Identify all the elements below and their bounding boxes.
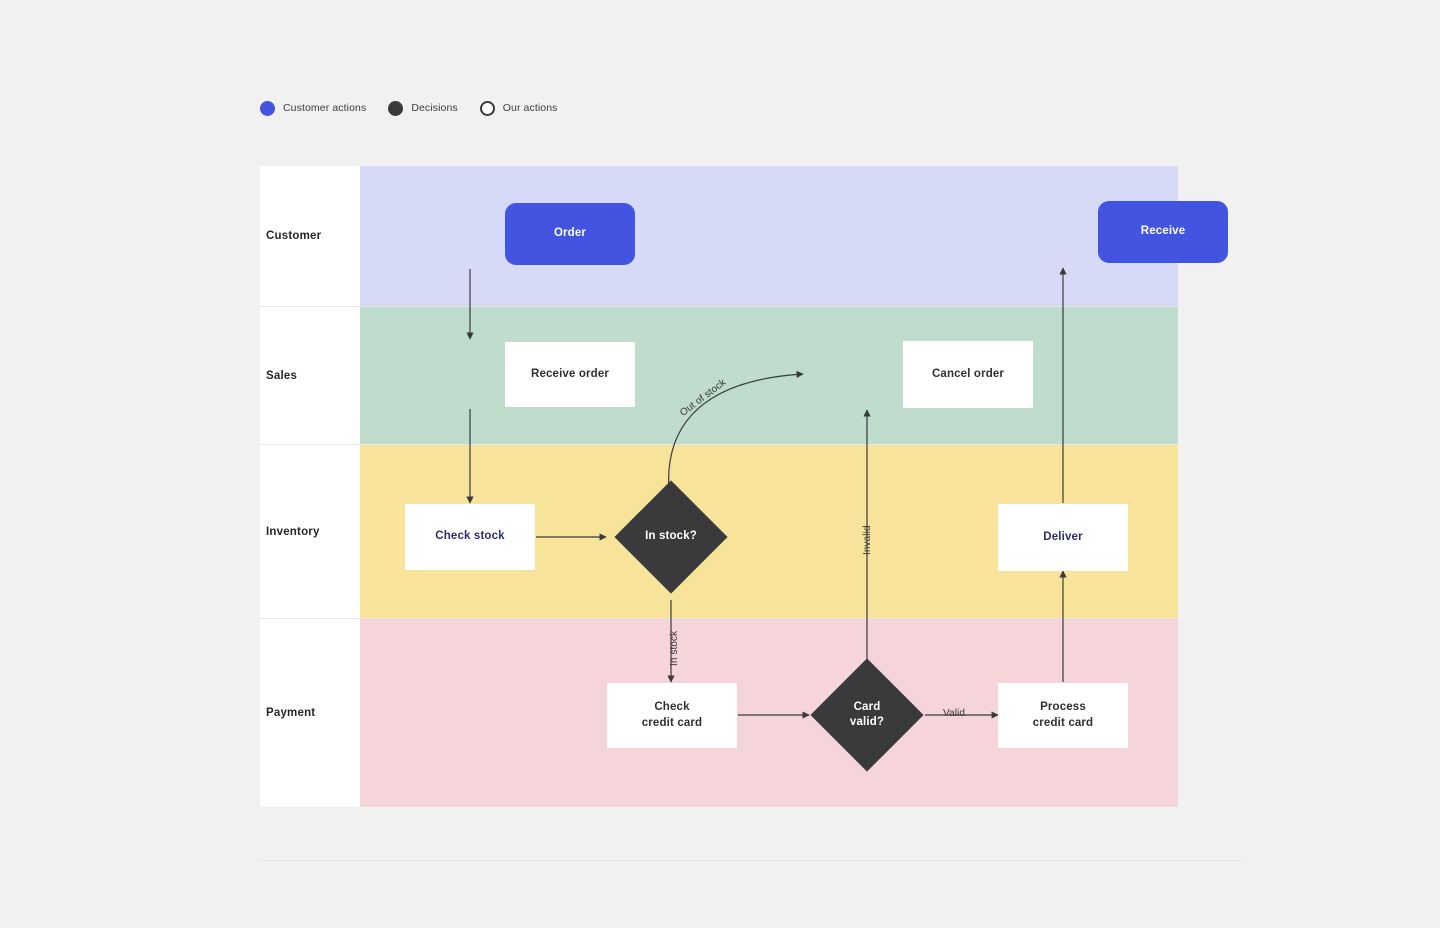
node-label: Check stock — [435, 530, 505, 543]
diagram-canvas: Customer actions Decisions Our actions C… — [0, 0, 1440, 928]
legend-label: Customer actions — [283, 102, 367, 114]
edge-label-in-stock: In stock — [669, 630, 680, 666]
node-label: Deliver — [1043, 530, 1083, 543]
node-check-stock[interactable]: Check stock — [405, 504, 535, 570]
node-in-stock-decision[interactable]: In stock? — [614, 480, 728, 594]
swimlane-grid: Customer Sales Inventory Payment Order R… — [260, 166, 1228, 807]
node-label: Cancel order — [931, 367, 1005, 380]
node-label: Process credit card — [1032, 701, 1094, 729]
edge-label-invalid: Invalid — [862, 525, 873, 555]
node-card-valid-decision[interactable]: Card valid? — [810, 658, 924, 772]
node-label: Receive order — [530, 367, 610, 380]
swimlane-label: Payment — [266, 707, 316, 719]
node-cancel-order[interactable]: Cancel order — [903, 341, 1033, 408]
legend-label: Decisions — [411, 102, 458, 114]
node-label: In stock? — [645, 530, 697, 543]
legend-item-our-actions: Our actions — [479, 100, 558, 116]
node-process-credit-card[interactable]: Process credit card — [998, 683, 1128, 748]
node-receive-order[interactable]: Receive order — [505, 342, 635, 407]
swimlane-header-sales: Sales — [260, 307, 360, 444]
legend-item-customer-actions: Customer actions — [260, 100, 367, 116]
edge-label-valid: Valid — [943, 708, 965, 719]
node-order[interactable]: Order — [505, 203, 635, 265]
legend-label: Our actions — [502, 102, 558, 114]
node-label: Check credit card — [641, 701, 703, 729]
filled-circle-icon — [388, 100, 404, 116]
filled-circle-icon — [260, 100, 275, 116]
swimlane-header-payment: Payment — [260, 619, 360, 807]
node-check-credit-card[interactable]: Check credit card — [607, 683, 737, 748]
legend-item-decisions: Decisions — [388, 100, 458, 116]
node-receive[interactable]: Receive — [1098, 201, 1228, 263]
swimlane-label: Inventory — [266, 525, 320, 538]
swimlane-customer: Customer — [260, 166, 1178, 306]
node-label: Card valid? — [849, 700, 885, 728]
swimlane-sales: Sales — [260, 306, 1178, 444]
bottom-divider — [258, 860, 1243, 861]
legend: Customer actions Decisions Our actions — [260, 98, 558, 118]
swimlane-header-inventory: Inventory — [260, 445, 360, 618]
swimlane-body-sales — [360, 307, 1178, 444]
node-deliver[interactable]: Deliver — [998, 504, 1128, 571]
swimlane-body-customer — [360, 166, 1178, 306]
swimlane-header-customer: Customer — [260, 166, 360, 306]
outline-circle-icon — [479, 100, 495, 116]
node-label: Receive — [1140, 225, 1186, 238]
swimlane-label: Sales — [266, 369, 298, 382]
node-label: Order — [553, 227, 587, 240]
swimlane-label: Customer — [266, 230, 322, 242]
